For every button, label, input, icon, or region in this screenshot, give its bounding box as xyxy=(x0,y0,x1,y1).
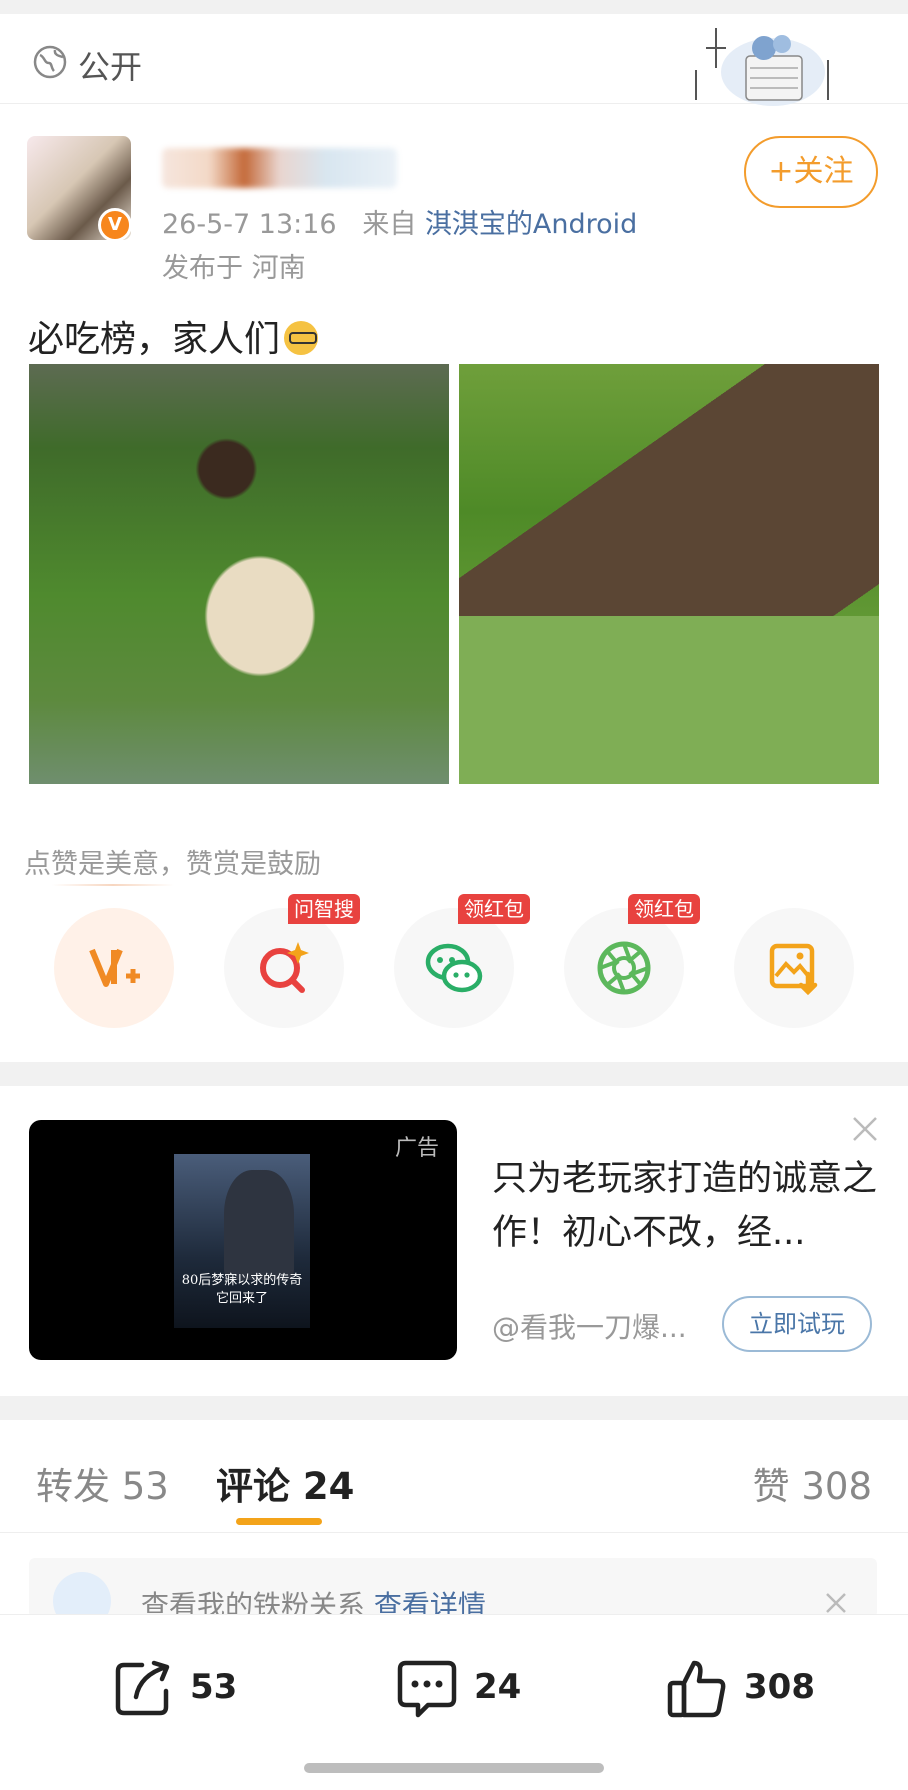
post-text: 必吃榜，家人们 xyxy=(28,310,319,362)
ad-poster: 80后梦寐以求的传奇 它回来了 xyxy=(174,1154,310,1328)
wechat-share-button[interactable]: 领红包 xyxy=(394,894,530,1028)
ad-label: 广告 xyxy=(394,1136,439,1161)
thumbs-up-icon xyxy=(667,1660,726,1718)
v-plus-icon xyxy=(89,948,140,987)
post-timestamp: 26-5-7 13:16 xyxy=(162,209,337,240)
privacy-bar[interactable]: 公开 xyxy=(0,14,908,106)
ad-thumbnail[interactable]: 80后梦寐以求的传奇 它回来了 广告 xyxy=(29,1120,457,1360)
ad-title[interactable]: 只为老玩家打造的诚意之作！初心不改，经... xyxy=(492,1152,882,1260)
follow-button[interactable]: +关注 xyxy=(744,136,878,208)
reward-underline xyxy=(52,884,174,886)
try-now-button[interactable]: 立即试玩 xyxy=(722,1296,872,1352)
home-indicator[interactable] xyxy=(304,1763,604,1773)
close-icon[interactable] xyxy=(823,1590,849,1616)
moments-badge: 领红包 xyxy=(628,894,700,924)
post-meta: 26-5-7 13:16 来自 淇淇宝的Android xyxy=(162,202,637,241)
ad-poster-monster xyxy=(224,1170,294,1280)
comment-count: 24 xyxy=(474,1667,522,1707)
fan-badge-icon xyxy=(53,1572,111,1618)
post-location: 发布于 河南 xyxy=(162,253,306,284)
post-photo-1[interactable] xyxy=(29,364,449,784)
ai-search-icon xyxy=(260,942,309,993)
post-source-prefix: 来自 xyxy=(362,209,417,240)
ad-poster-text: 80后梦寐以求的传奇 它回来了 xyxy=(181,1273,303,1306)
section-separator xyxy=(0,1062,908,1086)
post-source[interactable]: 淇淇宝的Android xyxy=(425,209,637,240)
like-count: 308 xyxy=(744,1667,815,1707)
save-image-icon xyxy=(769,943,818,996)
tab-indicator xyxy=(236,1518,322,1525)
fan-relation-bar[interactable]: 查看我的铁粉关系 查看详情 xyxy=(29,1558,877,1618)
moments-icon xyxy=(597,941,651,995)
ai-search-button[interactable]: 问智搜 xyxy=(224,894,360,1028)
tab-like[interactable]: 赞 308 xyxy=(753,1456,872,1510)
wechat-icon xyxy=(425,943,483,993)
verified-badge-icon: V xyxy=(98,208,132,242)
ad-handle[interactable]: @看我一刀爆... xyxy=(492,1306,687,1346)
section-separator xyxy=(0,1396,908,1420)
close-icon[interactable] xyxy=(848,1112,882,1146)
post-photo-2[interactable] xyxy=(459,364,879,784)
globe-icon xyxy=(32,44,68,80)
top-strip xyxy=(0,0,908,14)
ai-search-badge: 问智搜 xyxy=(288,894,360,924)
moments-share-button[interactable]: 领红包 xyxy=(564,894,700,1028)
comment-icon xyxy=(397,1660,457,1718)
reward-v-plus-button[interactable] xyxy=(54,908,174,1028)
save-image-button[interactable] xyxy=(734,908,854,1028)
privacy-label: 公开 xyxy=(78,48,143,86)
fan-relation-text: 查看我的铁粉关系 查看详情 xyxy=(141,1584,486,1618)
decoration-sticker xyxy=(695,28,829,106)
reward-text: 点赞是美意，赞赏是鼓励 xyxy=(24,849,321,880)
share-count: 53 xyxy=(190,1667,238,1707)
share-icon xyxy=(115,1660,170,1716)
tab-divider xyxy=(0,1532,908,1533)
tab-repost[interactable]: 转发 53 xyxy=(36,1456,169,1510)
nerd-face-emoji-icon xyxy=(284,321,319,355)
tab-comment[interactable]: 评论 24 xyxy=(216,1456,354,1510)
post-text-content: 必吃榜，家人们 xyxy=(28,319,281,360)
wechat-badge: 领红包 xyxy=(458,894,530,924)
username-blurred[interactable] xyxy=(162,148,397,188)
bottom-toolbar: 53 24 308 xyxy=(0,1614,908,1790)
